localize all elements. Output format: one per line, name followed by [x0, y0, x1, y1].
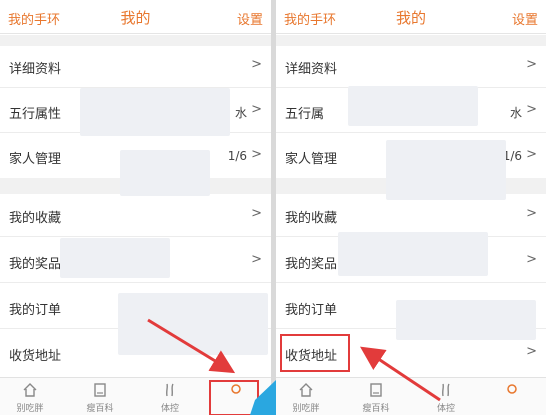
blue-corner-mark	[250, 380, 276, 415]
comparison-screenshot: 我的手环 我的 设置 详细资料 > 五行属性 水 > 家人管理 1/6 > 我的…	[0, 0, 546, 415]
annotation-arrows	[147, 318, 441, 415]
arrow-to-shipping-address	[360, 346, 441, 402]
arrow-to-profile-tab	[147, 318, 236, 374]
